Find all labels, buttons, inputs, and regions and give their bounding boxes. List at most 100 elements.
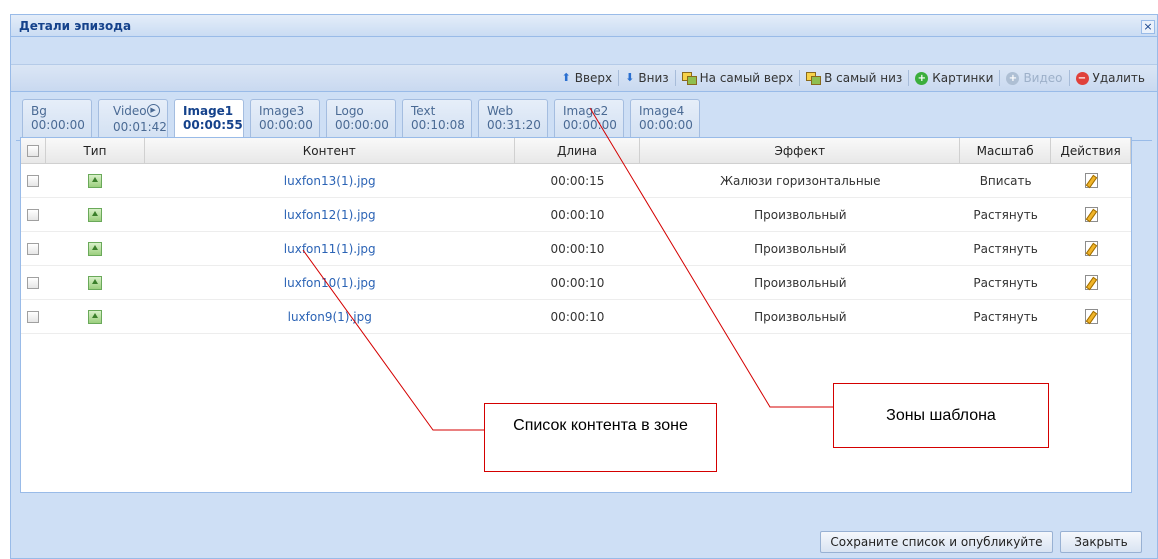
actions-cell: [1051, 198, 1131, 231]
tab-name: Bg: [31, 104, 47, 118]
tab-time: 00:00:00: [335, 118, 389, 132]
length-cell: 00:00:10: [515, 232, 641, 265]
tab-image3[interactable]: Image3 00:00:00: [250, 99, 320, 140]
effect-cell-text: Произвольный: [754, 207, 847, 222]
effect-cell: Жалюзи горизонтальные: [640, 164, 960, 197]
tab-image2[interactable]: Image2 00:00:00: [554, 99, 624, 140]
row-checkbox[interactable]: [27, 242, 40, 255]
image-type-icon: [88, 207, 103, 222]
table-row[interactable]: luxfon13(1).jpg 00:00:15 Жалюзи горизонтал…: [21, 164, 1131, 198]
tab-web[interactable]: Web 00:31:20: [478, 99, 548, 140]
move-to-bottom-button[interactable]: В самый низ: [800, 68, 908, 88]
column-header-content[interactable]: Контент: [145, 138, 515, 163]
tab-name: Image1: [183, 104, 234, 118]
tab-image4[interactable]: Image4 00:00:00: [630, 99, 700, 140]
content-cell: luxfon12(1).jpg: [145, 198, 515, 231]
row-checkbox[interactable]: [27, 174, 40, 187]
effect-cell: Произвольный: [640, 232, 960, 265]
scale-cell: Растянуть: [960, 232, 1051, 265]
content-cell-text[interactable]: luxfon13(1).jpg: [284, 174, 376, 188]
tab-name: Text: [411, 104, 436, 118]
effect-cell: Произвольный: [640, 266, 960, 299]
bring-to-front-icon: [681, 72, 697, 85]
scale-cell: Растянуть: [960, 198, 1051, 231]
send-to-back-icon: [806, 72, 822, 85]
row-select-cell: [21, 164, 46, 197]
content-cell-text[interactable]: luxfon11(1).jpg: [284, 242, 376, 256]
callout-content-list-text: Список контента в зоне: [513, 417, 688, 434]
length-cell-text: 00:00:15: [550, 173, 605, 188]
edit-icon[interactable]: [1084, 173, 1098, 188]
edit-icon[interactable]: [1084, 207, 1098, 222]
grid-body: luxfon13(1).jpg 00:00:15 Жалюзи горизонтал…: [21, 164, 1131, 334]
add-pictures-label: Картинки: [932, 71, 994, 85]
close-window-button[interactable]: ×: [1141, 20, 1155, 34]
edit-icon[interactable]: [1084, 241, 1098, 256]
edit-icon[interactable]: [1084, 275, 1098, 290]
content-cell: luxfon13(1).jpg: [145, 164, 515, 197]
tab-bg[interactable]: Bg 00:00:00: [22, 99, 92, 140]
type-cell: [46, 164, 145, 197]
image-type-icon: [88, 309, 103, 324]
length-cell: 00:00:10: [515, 266, 641, 299]
save-publish-button[interactable]: Сохраните список и опубликуйте: [820, 531, 1053, 553]
table-row[interactable]: luxfon11(1).jpg 00:00:10 Произвольный Растя…: [21, 232, 1131, 266]
grid-header: Тип Контент Длина Эффект Масштаб Действи…: [21, 138, 1132, 164]
tab-name: Video: [113, 104, 147, 118]
move-to-top-button[interactable]: На самый верх: [676, 68, 799, 88]
tab-time: 00:10:08: [411, 118, 465, 132]
tab-name: Image3: [259, 104, 305, 118]
scale-cell: Растянуть: [960, 266, 1051, 299]
table-row[interactable]: luxfon12(1).jpg 00:00:10 Произвольный Растя…: [21, 198, 1131, 232]
add-icon: +: [1006, 71, 1020, 85]
edit-icon[interactable]: [1084, 309, 1098, 324]
table-row[interactable]: luxfon10(1).jpg 00:00:10 Произвольный Растя…: [21, 266, 1131, 300]
scale-cell-text: Растянуть: [973, 207, 1038, 222]
tab-logo[interactable]: Logo 00:00:00: [326, 99, 396, 140]
column-header-effect[interactable]: Эффект: [640, 138, 961, 163]
close-button[interactable]: Закрыть: [1060, 531, 1142, 553]
row-checkbox[interactable]: [27, 310, 40, 323]
tab-video[interactable]: Video ▶ 00:01:42: [98, 99, 168, 140]
zone-tabs: Bg 00:00:00 Video ▶ 00:01:42 Image1 00:00:55 Im…: [16, 95, 1152, 141]
effect-cell-text: Произвольный: [754, 309, 847, 324]
column-header-type[interactable]: Тип: [46, 138, 145, 163]
column-header-scale[interactable]: Масштаб: [960, 138, 1052, 163]
select-all-checkbox[interactable]: [26, 144, 39, 157]
length-cell: 00:00:10: [515, 300, 641, 333]
move-down-button[interactable]: ⬇ Вниз: [619, 68, 674, 88]
image-type-icon: [88, 173, 103, 188]
delete-label: Удалить: [1092, 71, 1146, 85]
column-header-length[interactable]: Длина: [515, 138, 641, 163]
actions-cell: [1051, 266, 1131, 299]
callout-content-list: Список контента в зоне: [484, 403, 717, 472]
content-cell-text[interactable]: luxfon12(1).jpg: [284, 208, 376, 222]
actions-cell: [1051, 300, 1131, 333]
row-checkbox[interactable]: [27, 208, 40, 221]
tab-image1[interactable]: Image1 00:00:55: [174, 99, 244, 141]
add-pictures-button[interactable]: + Картинки: [909, 68, 999, 88]
row-select-cell: [21, 232, 46, 265]
tab-time: 00:00:00: [31, 118, 85, 132]
type-cell: [46, 300, 145, 333]
add-video-button[interactable]: + Видео: [1000, 68, 1068, 88]
effect-cell: Произвольный: [640, 198, 960, 231]
row-select-cell: [21, 198, 46, 231]
content-cell-text[interactable]: luxfon9(1).jpg: [288, 310, 372, 324]
content-cell-text[interactable]: luxfon10(1).jpg: [284, 276, 376, 290]
delete-button[interactable]: − Удалить: [1070, 68, 1152, 88]
tab-name: Web: [487, 104, 514, 118]
arrow-up-icon: ⬆: [561, 71, 571, 84]
column-header-actions[interactable]: Действия: [1051, 138, 1132, 163]
row-select-cell: [21, 266, 46, 299]
effect-cell-text: Жалюзи горизонтальные: [720, 173, 881, 188]
type-cell: [46, 198, 145, 231]
table-row[interactable]: luxfon9(1).jpg 00:00:10 Произвольный Растян…: [21, 300, 1131, 334]
window-titlebar: Детали эпизода: [11, 15, 1157, 37]
row-checkbox[interactable]: [27, 276, 40, 289]
tab-text[interactable]: Text 00:10:08: [402, 99, 472, 140]
tab-name: Image4: [639, 104, 685, 118]
move-up-button[interactable]: ⬆ Вверх: [556, 68, 619, 88]
play-icon: ▶: [146, 104, 160, 117]
move-to-bottom-label: В самый низ: [824, 71, 903, 85]
